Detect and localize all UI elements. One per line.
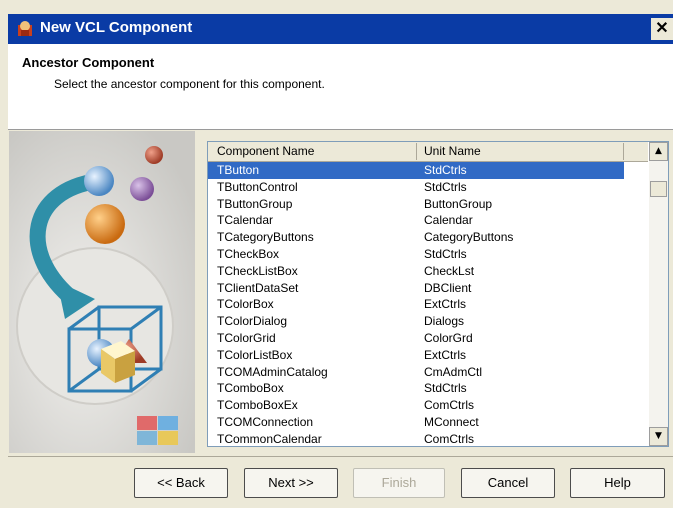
component-name-cell: TClientDataSet xyxy=(217,280,299,295)
column-header-component-name[interactable]: Component Name xyxy=(217,144,314,158)
dialog-window: New VCL Component ✕ Ancestor Component S… xyxy=(0,0,673,508)
unit-name-cell: ComCtrls xyxy=(424,431,474,446)
finish-button[interactable]: Finish xyxy=(353,468,445,498)
list-row[interactable]: TColorGrid ColorGrd xyxy=(208,330,648,347)
unit-name-cell: StdCtrls xyxy=(424,381,467,396)
component-list[interactable]: Component Name Unit Name TButton StdCtrls… xyxy=(207,141,669,447)
unit-name-cell: ExtCtrls xyxy=(424,347,466,362)
column-divider[interactable] xyxy=(416,143,417,160)
component-name-cell: TCalendar xyxy=(217,213,274,228)
wizard-illustration xyxy=(9,131,195,453)
wizard-header: Ancestor Component Select the ancestor c… xyxy=(8,44,673,130)
list-row[interactable]: TCheckListBox CheckLst xyxy=(208,263,648,280)
component-name-cell: TButton xyxy=(217,163,260,177)
component-name-cell: TButtonControl xyxy=(217,179,298,194)
component-name-cell: TCOMAdminCatalog xyxy=(217,364,328,379)
unit-name-cell: DBClient xyxy=(424,280,472,295)
unit-name-cell: ButtonGroup xyxy=(424,196,493,211)
list-row[interactable]: TCheckBox StdCtrls xyxy=(208,246,648,263)
component-name-cell: TComboBoxEx xyxy=(217,398,298,413)
list-row[interactable]: TCommonCalendar ComCtrls xyxy=(208,431,648,446)
arrow-down-icon: ▼ xyxy=(655,431,662,441)
unit-name-cell: CmAdmCtl xyxy=(424,364,483,379)
column-divider[interactable] xyxy=(623,143,624,160)
list-row[interactable]: TClientDataSet DBClient xyxy=(208,280,648,297)
component-name-cell: TColorGrid xyxy=(217,330,276,345)
component-name-cell: TColorListBox xyxy=(217,347,293,362)
back-button[interactable]: << Back xyxy=(134,468,228,498)
list-row[interactable]: TComboBoxEx ComCtrls xyxy=(208,397,648,414)
help-button[interactable]: Help xyxy=(570,468,665,498)
list-row[interactable]: TCalendar Calendar xyxy=(208,212,648,229)
list-row[interactable]: TColorBox ExtCtrls xyxy=(208,296,648,313)
list-header: Component Name Unit Name xyxy=(208,142,648,162)
list-row[interactable]: TCategoryButtons CategoryButtons xyxy=(208,229,648,246)
component-name-cell: TCategoryButtons xyxy=(217,230,314,245)
unit-name-cell: ComCtrls xyxy=(424,398,474,413)
list-row[interactable]: TComboBox StdCtrls xyxy=(208,380,648,397)
component-name-cell: TButtonGroup xyxy=(217,196,293,211)
next-button[interactable]: Next >> xyxy=(244,468,338,498)
title-bar[interactable]: New VCL Component ✕ xyxy=(8,14,673,44)
list-rows: TButton StdCtrls TButtonControl StdCtrls TBu… xyxy=(208,162,648,446)
list-row[interactable]: TColorListBox ExtCtrls xyxy=(208,347,648,364)
column-header-unit-name[interactable]: Unit Name xyxy=(424,144,481,158)
scroll-down-button[interactable]: ▼ xyxy=(649,427,668,446)
arrow-up-icon: ▲ xyxy=(655,146,662,156)
component-name-cell: TColorDialog xyxy=(217,314,288,329)
close-icon: ✕ xyxy=(655,20,669,37)
component-name-cell: TCommonCalendar xyxy=(217,431,322,446)
cancel-button[interactable]: Cancel xyxy=(461,468,555,498)
unit-name-cell: StdCtrls xyxy=(424,246,467,261)
list-row[interactable]: TCOMConnection MConnect xyxy=(208,414,648,431)
window-title: New VCL Component xyxy=(40,19,193,36)
unit-name-cell: StdCtrls xyxy=(424,179,467,194)
vertical-scrollbar[interactable]: ▲ ▼ xyxy=(649,142,668,446)
list-row[interactable]: TCOMAdminCatalog CmAdmCtl xyxy=(208,364,648,381)
unit-name-cell: MConnect xyxy=(424,414,479,429)
list-row[interactable]: TColorDialog Dialogs xyxy=(208,313,648,330)
unit-name-cell: ColorGrd xyxy=(424,330,473,345)
unit-name-cell: Dialogs xyxy=(424,314,465,329)
list-row[interactable]: TButtonGroup ButtonGroup xyxy=(208,196,648,213)
footer-divider xyxy=(8,456,673,457)
unit-name-cell: Calendar xyxy=(424,213,473,228)
component-name-cell: TCheckListBox xyxy=(217,263,298,278)
component-name-cell: TCheckBox xyxy=(217,246,280,261)
unit-name-cell: CategoryButtons xyxy=(424,230,514,245)
page-title: Ancestor Component xyxy=(22,55,155,70)
delphi-app-icon xyxy=(18,21,32,36)
unit-name-cell: ExtCtrls xyxy=(424,297,466,312)
list-row[interactable]: TButtonControl StdCtrls xyxy=(208,179,648,196)
unit-name-cell: StdCtrls xyxy=(424,163,467,177)
scroll-up-button[interactable]: ▲ xyxy=(649,142,668,161)
scroll-thumb[interactable] xyxy=(650,181,667,197)
page-description: Select the ancestor component for this c… xyxy=(54,77,325,91)
component-name-cell: TCOMConnection xyxy=(217,414,314,429)
unit-name-cell: CheckLst xyxy=(424,263,475,278)
close-button[interactable]: ✕ xyxy=(651,18,673,40)
component-name-cell: TColorBox xyxy=(217,297,274,312)
component-name-cell: TComboBox xyxy=(217,381,284,396)
list-row[interactable]: TButton StdCtrls xyxy=(208,162,624,179)
